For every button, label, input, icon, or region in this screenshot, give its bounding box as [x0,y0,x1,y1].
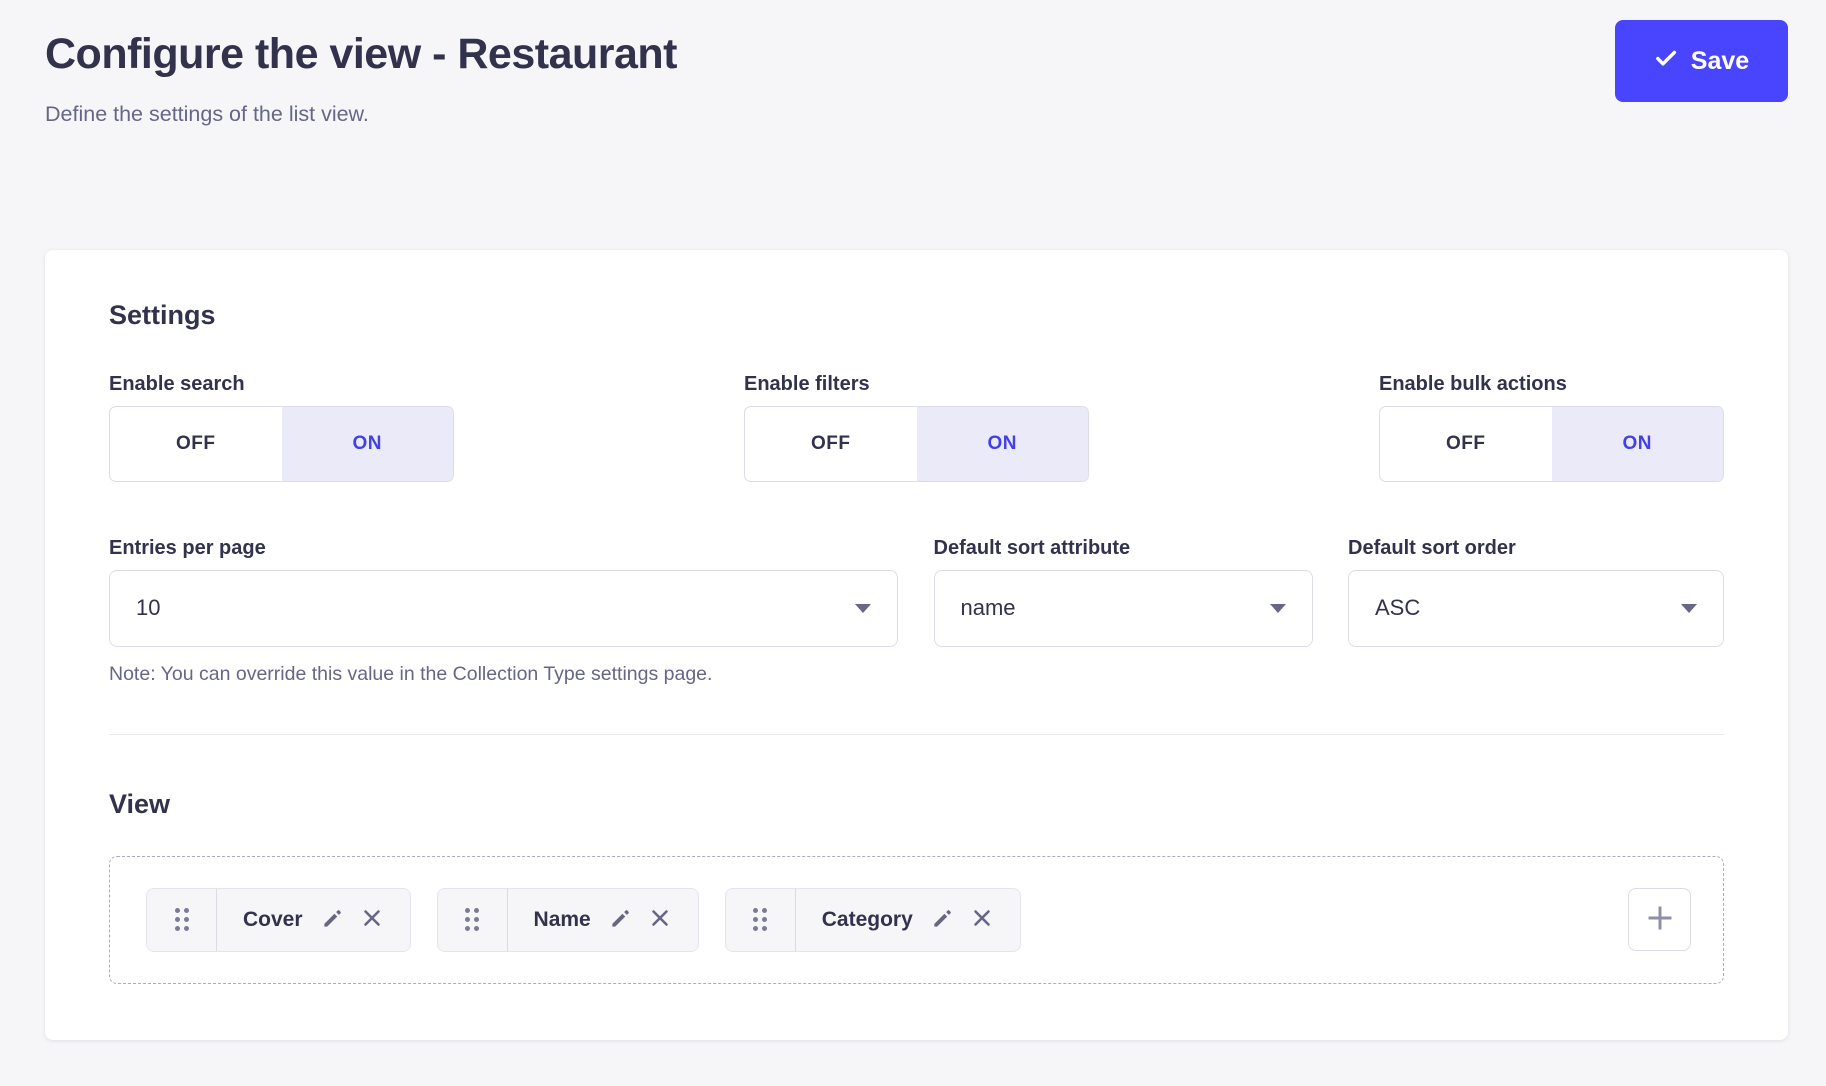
edit-field-button[interactable] [609,907,632,933]
enable-bulk-actions-on-option[interactable]: ON [1552,407,1724,481]
save-button-label: Save [1691,47,1749,76]
configure-view-page: Configure the view - Restaurant Define t… [0,0,1826,1040]
close-icon [360,906,384,933]
default-sort-attribute-label: Default sort attribute [934,537,1313,560]
edit-field-button[interactable] [321,907,344,933]
default-sort-attribute-select[interactable]: name [934,570,1313,647]
page-title-block: Configure the view - Restaurant Define t… [45,20,677,127]
page-title: Configure the view - Restaurant [45,28,677,82]
default-sort-order-group: Default sort order ASC [1348,537,1724,686]
pencil-icon [321,907,344,933]
field-chip-name: Name [437,888,699,952]
field-chip-label: Name [508,908,609,932]
enable-search-label: Enable search [109,373,454,396]
close-icon [648,906,672,933]
field-drop-zone: Cover [109,856,1724,984]
entries-per-page-label: Entries per page [109,537,898,560]
toggle-group-enable-bulk-actions: Enable bulk actions OFF ON [1379,373,1724,482]
settings-heading: Settings [109,300,1724,331]
page-subtitle: Define the settings of the list view. [45,102,677,127]
close-icon [970,906,994,933]
entries-per-page-group: Entries per page 10 Note: You can overri… [109,537,898,686]
page-header: Configure the view - Restaurant Define t… [45,20,1788,127]
entries-per-page-select[interactable]: 10 [109,570,898,647]
enable-search-toggle: OFF ON [109,406,454,482]
pencil-icon [931,907,954,933]
entries-per-page-value: 10 [136,595,160,621]
enable-filters-toggle: OFF ON [744,406,1089,482]
default-sort-order-label: Default sort order [1348,537,1724,560]
view-heading: View [109,789,1724,820]
remove-field-button[interactable] [360,906,384,933]
caret-down-icon [855,604,871,613]
drag-handle-icon[interactable] [438,889,508,951]
drag-handle-icon[interactable] [147,889,217,951]
remove-field-button[interactable] [648,906,672,933]
enable-filters-off-option[interactable]: OFF [745,407,917,481]
entries-per-page-note: Note: You can override this value in the… [109,663,898,686]
enable-filters-on-option[interactable]: ON [917,407,1089,481]
toggle-group-enable-filters: Enable filters OFF ON [744,373,1089,482]
pencil-icon [609,907,632,933]
default-sort-attribute-group: Default sort attribute name [934,537,1313,686]
section-divider [109,734,1724,735]
save-button[interactable]: Save [1615,20,1788,102]
remove-field-button[interactable] [970,906,994,933]
field-chip-cover: Cover [146,888,411,952]
enable-search-on-option[interactable]: ON [282,407,454,481]
field-chip-label: Cover [217,908,321,932]
toggle-group-enable-search: Enable search OFF ON [109,373,454,482]
enable-bulk-actions-off-option[interactable]: OFF [1380,407,1552,481]
enable-filters-label: Enable filters [744,373,1089,396]
caret-down-icon [1681,604,1697,613]
toggle-row: Enable search OFF ON Enable filters OFF … [109,373,1724,482]
field-chip-label: Category [796,908,931,932]
default-sort-order-value: ASC [1375,595,1420,621]
default-sort-order-select[interactable]: ASC [1348,570,1724,647]
check-icon [1654,46,1678,77]
select-row: Entries per page 10 Note: You can overri… [109,537,1724,686]
enable-search-off-option[interactable]: OFF [110,407,282,481]
edit-field-button[interactable] [931,907,954,933]
drag-handle-icon[interactable] [726,889,796,951]
default-sort-attribute-value: name [961,595,1016,621]
field-chip-category: Category [725,888,1021,952]
caret-down-icon [1270,604,1286,613]
enable-bulk-actions-label: Enable bulk actions [1379,373,1724,396]
add-field-button[interactable] [1628,888,1691,951]
settings-card: Settings Enable search OFF ON Enable fil… [45,250,1788,1040]
plus-icon [1644,902,1676,937]
enable-bulk-actions-toggle: OFF ON [1379,406,1724,482]
